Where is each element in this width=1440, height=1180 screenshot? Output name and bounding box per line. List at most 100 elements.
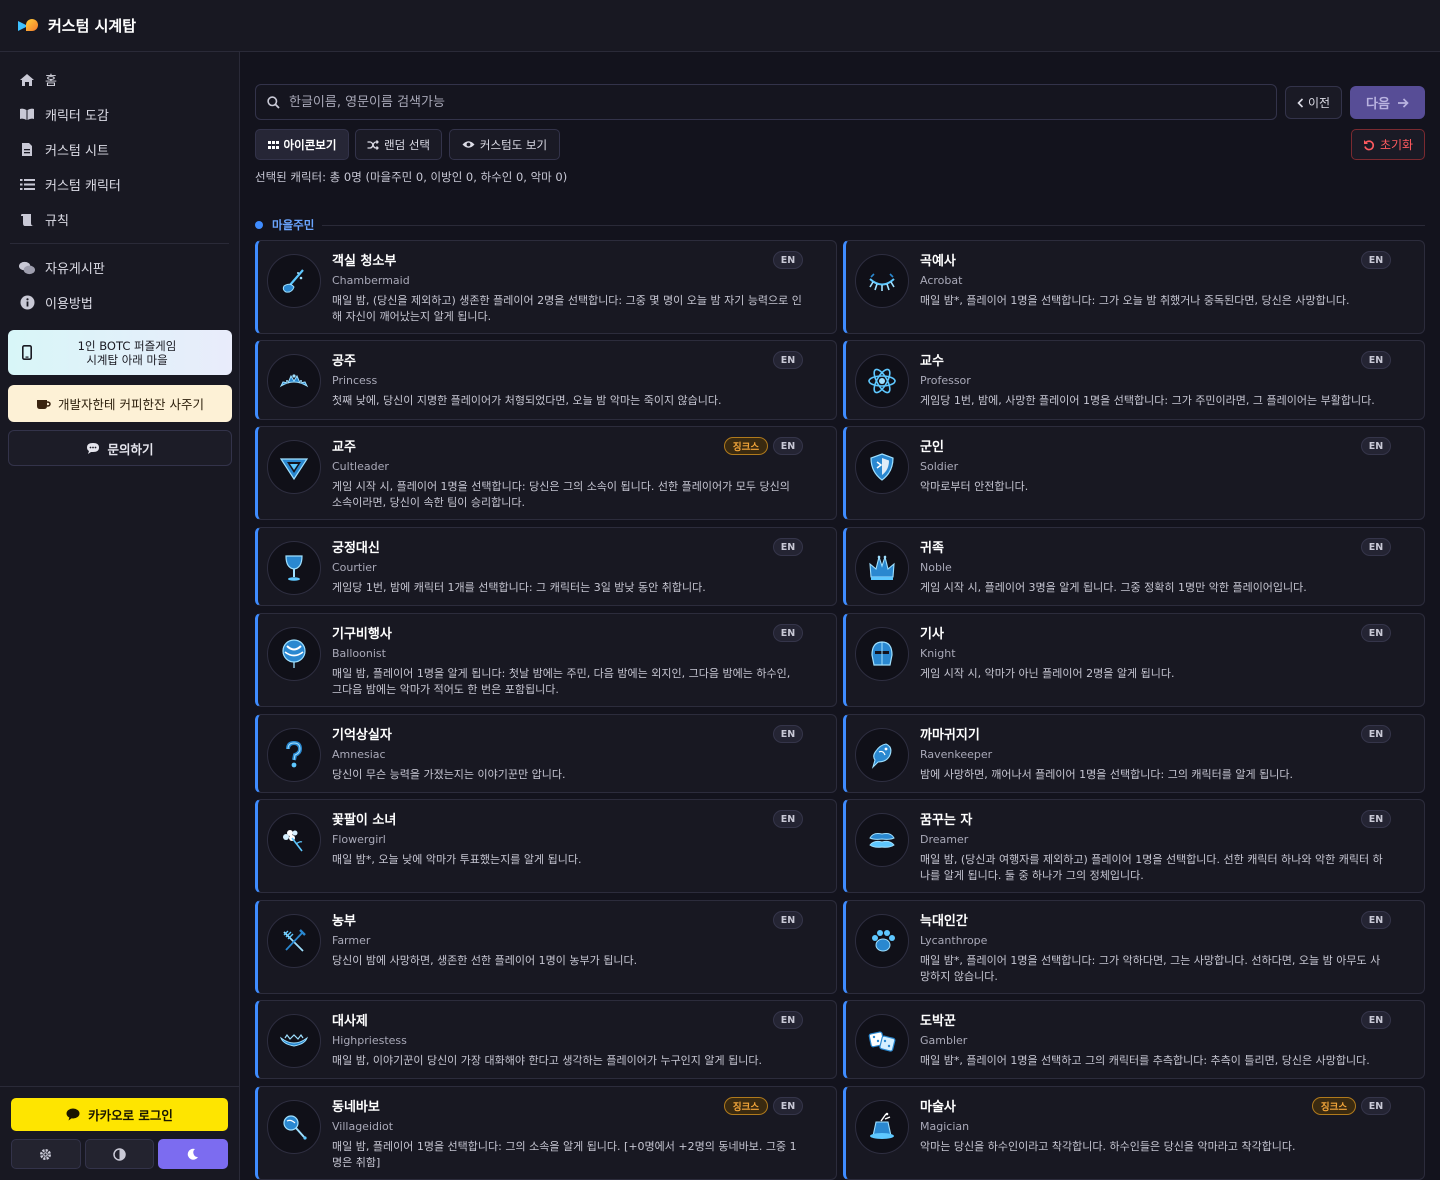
en-badge: EN [1361, 624, 1391, 642]
en-badge: EN [1361, 1011, 1391, 1029]
character-ability: 매일 밤, (당신과 여행자를 제외하고) 플레이어 1명을 선택합니다. 선한… [920, 853, 1383, 882]
character-name: 공주 [332, 354, 356, 369]
prev-button[interactable]: 이전 [1285, 86, 1342, 119]
theme-system-button[interactable] [11, 1139, 81, 1169]
character-card[interactable]: 객실 청소부 Chambermaid 매일 밤, (당신을 제외하고) 생존한 … [255, 240, 837, 334]
sidebar-item-label: 홈 [45, 74, 57, 89]
character-card[interactable]: 귀족 Noble 게임 시작 시, 플레이어 3명을 알게 됩니다. 그중 정확… [843, 527, 1425, 606]
character-english-name: Farmer [332, 934, 371, 947]
character-name: 동네바보 [332, 1100, 380, 1115]
random-select-label: 랜덤 선택 [384, 137, 430, 152]
character-card[interactable]: 도박꾼 Gambler 매일 밤*, 플레이어 1명을 선택하고 그의 캐릭터를… [843, 1000, 1425, 1079]
character-card[interactable]: 동네바보 Villageidiot 매일 밤, 플레이어 1명을 선택합니다: … [255, 1086, 837, 1180]
en-badge: EN [773, 1097, 803, 1115]
character-card[interactable]: 꽃팔이 소녀 Flowergirl 매일 밤*, 오늘 낮에 악마가 투표했는지… [255, 799, 837, 893]
atom-icon [868, 368, 896, 394]
character-avatar [267, 914, 321, 968]
character-ability: 게임 시작 시, 플레이어 3명을 알게 됩니다. 그중 정확히 1명만 악한 … [920, 581, 1307, 594]
character-avatar [267, 354, 321, 408]
character-card[interactable]: 기구비행사 Balloonist 매일 밤, 플레이어 1명을 알게 됩니다: … [255, 613, 837, 707]
inquiry-button[interactable]: 문의하기 [8, 430, 232, 466]
reset-button[interactable]: 초기화 [1351, 129, 1425, 160]
sidebar-item-custom-character[interactable]: 커스텀 캐릭터 [0, 167, 239, 202]
character-card[interactable]: 곡예사 Acrobat 매일 밤*, 플레이어 1명을 선택합니다: 그가 오늘… [843, 240, 1425, 334]
search-input[interactable] [289, 94, 1276, 110]
selected-count-text: 선택된 캐릭터: 총 0명 (마을주민 0, 이방인 0, 하수인 0, 악마 … [255, 170, 568, 184]
jinx-badge: 징크스 [724, 1097, 768, 1115]
character-card[interactable]: 마술사 Magician 악마는 당신을 하수인이라고 착각합니다. 하수인들은… [843, 1086, 1425, 1180]
sidebar-item-label: 규칙 [45, 214, 69, 229]
sidebar-item-custom-sheet[interactable]: 커스텀 시트 [0, 132, 239, 167]
character-card[interactable]: 농부 Farmer 당신이 밤에 사망하면, 생존한 선한 플레이어 1명이 농… [255, 900, 837, 994]
coffee-icon [36, 398, 51, 410]
character-avatar [267, 627, 321, 681]
character-card[interactable]: 교수 Professor 게임당 1번, 밤에, 사망한 플레이어 1명을 선택… [843, 340, 1425, 420]
sidebar-item-home[interactable]: 홈 [0, 62, 239, 97]
kakao-login-button[interactable]: 카카오로 로그인 [11, 1098, 228, 1131]
character-ability: 밤에 사망하면, 깨어나서 플레이어 1명을 선택합니다: 그의 캐릭터를 알게… [920, 768, 1294, 781]
character-ability: 매일 밤*, 플레이어 1명을 선택합니다: 그가 오늘 밤 취했거나 중독된다… [920, 294, 1350, 307]
character-card[interactable]: 교주 Cultleader 게임 시작 시, 플레이어 1명을 선택합니다: 당… [255, 426, 837, 520]
en-badge: EN [773, 437, 803, 455]
buy-coffee-button[interactable]: 개발자한테 커피한잔 사주기 [8, 385, 232, 422]
character-ability: 게임 시작 시, 악마가 아닌 플레이어 2명을 알게 됩니다. [920, 667, 1175, 680]
character-card[interactable]: 늑대인간 Lycanthrope 매일 밤*, 플레이어 1명을 선택합니다: … [843, 900, 1425, 994]
app-title[interactable]: 커스텀 시계탑 [48, 15, 136, 36]
sidebar-item-label: 커스텀 캐릭터 [45, 179, 121, 194]
character-ability: 악마는 당신을 하수인이라고 착각합니다. 하수인들은 당신을 악마라고 착각합… [920, 1140, 1296, 1153]
random-select-button[interactable]: 랜덤 선택 [355, 129, 442, 160]
sidebar-item-board[interactable]: 자유게시판 [0, 250, 239, 285]
en-badge: EN [773, 1011, 803, 1029]
character-name: 마술사 [920, 1100, 956, 1115]
character-avatar [267, 1014, 321, 1068]
character-name: 꿈꾸는 자 [920, 813, 973, 828]
character-card[interactable]: 기사 Knight 게임 시작 시, 악마가 아닌 플레이어 2명을 알게 됩니… [843, 613, 1425, 707]
character-card[interactable]: 궁정대신 Courtier 게임당 1번, 밤에 캐릭터 1개를 선택합니다: … [255, 527, 837, 606]
character-ability: 매일 밤, (당신을 제외하고) 생존한 플레이어 2명을 선택합니다: 그중 … [332, 294, 802, 323]
theme-contrast-button[interactable] [84, 1139, 155, 1169]
sidebar-item-rules[interactable]: 규칙 [0, 202, 239, 237]
character-avatar [855, 354, 909, 408]
en-badge: EN [773, 351, 803, 369]
shield-icon [870, 453, 894, 481]
icon-view-button[interactable]: 아이콘보기 [255, 129, 349, 160]
character-english-name: Amnesiac [332, 748, 386, 761]
botc-puzzle-game-banner[interactable]: 1인 BOTC 퍼즐게임 시계탑 아래 마을 [8, 330, 232, 375]
theme-switcher [11, 1139, 229, 1169]
show-custom-button[interactable]: 커스텀도 보기 [449, 129, 560, 160]
moon-icon [187, 1148, 199, 1160]
character-card[interactable]: 꿈꾸는 자 Dreamer 매일 밤, (당신과 여행자를 제외하고) 플레이어… [843, 799, 1425, 893]
sidebar-item-character-book[interactable]: 캐릭터 도감 [0, 97, 239, 132]
section-title: 마을주민 [272, 218, 315, 232]
character-card[interactable]: 기억상실자 Amnesiac 당신이 무슨 능력을 가졌는지는 이야기꾼만 압니… [255, 714, 837, 793]
next-label: 다음 [1366, 97, 1390, 112]
character-ability: 첫째 낮에, 당신이 지명한 플레이어가 처형되었다면, 오늘 밤 악마는 죽이… [332, 394, 722, 407]
character-card[interactable]: 까마귀지기 Ravenkeeper 밤에 사망하면, 깨어나서 플레이어 1명을… [843, 714, 1425, 793]
info-icon [19, 295, 35, 311]
section-header-townsfolk: 마을주민 [255, 218, 1425, 232]
tiara-icon [279, 374, 309, 388]
character-card[interactable]: 공주 Princess 첫째 낮에, 당신이 지명한 플레이어가 처형되었다면,… [255, 340, 837, 420]
home-icon [19, 72, 35, 88]
character-name: 궁정대신 [332, 541, 380, 556]
goblet-icon [285, 555, 303, 581]
theme-dark-button[interactable] [158, 1139, 229, 1169]
raven-icon [871, 743, 892, 769]
character-english-name: Knight [920, 647, 956, 660]
next-button[interactable]: 다음 [1350, 86, 1425, 119]
character-avatar [855, 728, 909, 782]
sidebar-bottom: 카카오로 로그인 [0, 1086, 239, 1180]
jinx-badge: 징크스 [1312, 1097, 1356, 1115]
chevron-left-icon [1297, 97, 1304, 108]
character-english-name: Princess [332, 374, 378, 387]
logo-icon[interactable] [18, 18, 40, 33]
en-badge: EN [773, 725, 803, 743]
sidebar-item-guide[interactable]: 이용방법 [0, 285, 239, 320]
kakao-login-label: 카카오로 로그인 [88, 1108, 173, 1123]
character-card[interactable]: 대사제 Highpriestess 매일 밤, 이야기꾼이 당신이 가장 대화해… [255, 1000, 837, 1079]
character-english-name: Noble [920, 561, 952, 574]
character-ability: 매일 밤*, 플레이어 1명을 선택합니다: 그가 악하다면, 그는 사망합니다… [920, 954, 1381, 983]
character-english-name: Magician [920, 1120, 970, 1133]
character-ability: 매일 밤, 플레이어 1명을 알게 됩니다: 첫날 밤에는 주민, 다음 밤에는… [332, 667, 791, 696]
character-card[interactable]: 군인 Soldier 악마로부터 안전합니다. EN [843, 426, 1425, 520]
